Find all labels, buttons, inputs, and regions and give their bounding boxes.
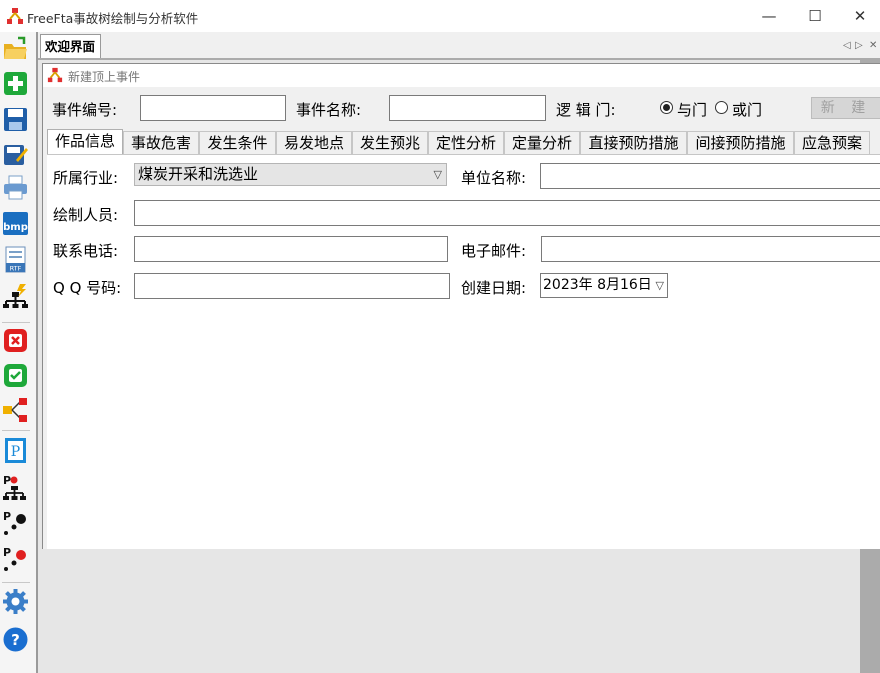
tab-scroll-right-icon[interactable]: ▷ <box>855 40 863 51</box>
phone-label: 联系电话: <box>53 242 119 260</box>
print-icon[interactable] <box>2 174 29 201</box>
created-date-value: 2023年 8月16日 <box>543 277 652 293</box>
minimize-button[interactable]: — <box>746 0 792 32</box>
toolbar-separator <box>2 430 30 431</box>
svg-text:P: P <box>3 474 11 487</box>
add-icon[interactable] <box>2 70 29 97</box>
app-window: FreeFta事故树绘制与分析软件 — ☐ ✕ bmp RTF P P P P … <box>0 0 880 673</box>
svg-text:bmp: bmp <box>3 222 28 233</box>
document-icon[interactable]: P <box>2 437 29 464</box>
flow-icon[interactable] <box>2 396 29 423</box>
new-button[interactable]: 新 建 <box>811 97 880 119</box>
qq-input[interactable] <box>134 273 450 299</box>
export-bmp-icon[interactable]: bmp <box>2 210 29 237</box>
settings-icon[interactable] <box>2 588 29 615</box>
author-input[interactable] <box>134 200 880 226</box>
help-icon[interactable]: ? <box>2 626 29 653</box>
p-dots-icon[interactable]: P <box>2 509 29 536</box>
event-name-input[interactable] <box>389 95 546 121</box>
svg-text:P: P <box>3 510 11 523</box>
work-info-panel: 所属行业: 煤炭开采和洗选业 ▽ 单位名称: 绘制人员: 联系电话: 电子邮件:… <box>47 154 880 549</box>
tab-accident-hazard[interactable]: 事故危害 <box>123 131 199 154</box>
delete-icon[interactable] <box>2 327 29 354</box>
tab-work-info[interactable]: 作品信息 <box>47 129 123 155</box>
toolbar-separator <box>2 322 30 323</box>
industry-label: 所属行业: <box>53 169 119 187</box>
created-date-picker[interactable]: 2023年 8月16日 ▽ <box>540 273 668 298</box>
tab-scroll-left-icon[interactable]: ◁ <box>843 40 851 51</box>
tab-close-icon[interactable]: ✕ <box>869 40 877 51</box>
svg-text:P: P <box>3 546 11 559</box>
fault-tree-logo-icon <box>47 67 63 83</box>
p-tree-icon[interactable]: P <box>2 474 29 501</box>
tab-indirect-prevention[interactable]: 间接预防措施 <box>687 131 794 154</box>
tab-quantitative-analysis[interactable]: 定量分析 <box>504 131 580 154</box>
title-bar: FreeFta事故树绘制与分析软件 — ☐ ✕ <box>0 0 880 32</box>
tab-welcome[interactable]: 欢迎界面 <box>40 34 101 59</box>
svg-text:P: P <box>11 444 20 460</box>
industry-value: 煤炭开采和洗选业 <box>138 165 259 183</box>
created-date-label: 创建日期: <box>461 279 527 297</box>
tab-prone-locations[interactable]: 易发地点 <box>276 131 352 154</box>
tab-direct-prevention[interactable]: 直接预防措施 <box>580 131 687 154</box>
svg-text:RTF: RTF <box>10 265 22 273</box>
and-gate-radio[interactable] <box>660 101 673 114</box>
author-label: 绘制人员: <box>53 206 119 224</box>
tree-generate-icon[interactable] <box>2 282 29 309</box>
fault-tree-logo-icon <box>7 8 23 24</box>
email-label: 电子邮件: <box>461 242 527 260</box>
child-title-bar: 新建顶上事件 <box>43 64 880 87</box>
close-button[interactable]: ✕ <box>837 0 880 32</box>
phone-input[interactable] <box>134 236 448 262</box>
event-id-input[interactable] <box>140 95 286 121</box>
toolbar-separator <box>2 582 30 583</box>
p-dots-red-icon[interactable]: P <box>2 545 29 572</box>
chevron-down-icon: ▽ <box>433 168 442 181</box>
unit-name-label: 单位名称: <box>461 169 527 187</box>
edit-save-icon[interactable] <box>2 140 29 167</box>
qq-label: Q Q 号码: <box>53 279 122 297</box>
chevron-down-icon: ▽ <box>655 279 664 292</box>
child-body: 事件编号: 事件名称: 逻 辑 门: 与门 或门 新 建 作品信息 事故危害 发… <box>43 87 880 549</box>
or-gate-label[interactable]: 或门 <box>732 99 762 120</box>
left-toolbar: bmp RTF P P P P ? <box>0 32 38 673</box>
event-id-label: 事件编号: <box>52 101 118 119</box>
svg-text:?: ? <box>11 631 20 649</box>
email-input[interactable] <box>541 236 880 262</box>
verify-icon[interactable] <box>2 362 29 389</box>
tab-occurrence-conditions[interactable]: 发生条件 <box>199 131 276 154</box>
tab-emergency-plan[interactable]: 应急预案 <box>794 131 870 154</box>
save-icon[interactable] <box>2 106 29 133</box>
new-top-event-window: 新建顶上事件 事件编号: 事件名称: 逻 辑 门: 与门 或门 新 建 作品信息… <box>42 63 880 549</box>
unit-name-input[interactable] <box>540 163 880 189</box>
logic-gate-label: 逻 辑 门: <box>556 101 616 119</box>
export-rtf-icon[interactable]: RTF <box>2 246 29 273</box>
or-gate-radio[interactable] <box>715 101 728 114</box>
maximize-button[interactable]: ☐ <box>792 0 838 32</box>
and-gate-label[interactable]: 与门 <box>677 99 707 120</box>
child-window-title: 新建顶上事件 <box>68 70 141 84</box>
tab-warning-signs[interactable]: 发生预兆 <box>352 131 428 154</box>
tab-qualitative-analysis[interactable]: 定性分析 <box>428 131 504 154</box>
window-title: FreeFta事故树绘制与分析软件 <box>27 11 199 26</box>
open-folder-icon[interactable] <box>2 36 29 63</box>
industry-select[interactable]: 煤炭开采和洗选业 ▽ <box>134 163 447 186</box>
event-name-label: 事件名称: <box>296 101 362 119</box>
